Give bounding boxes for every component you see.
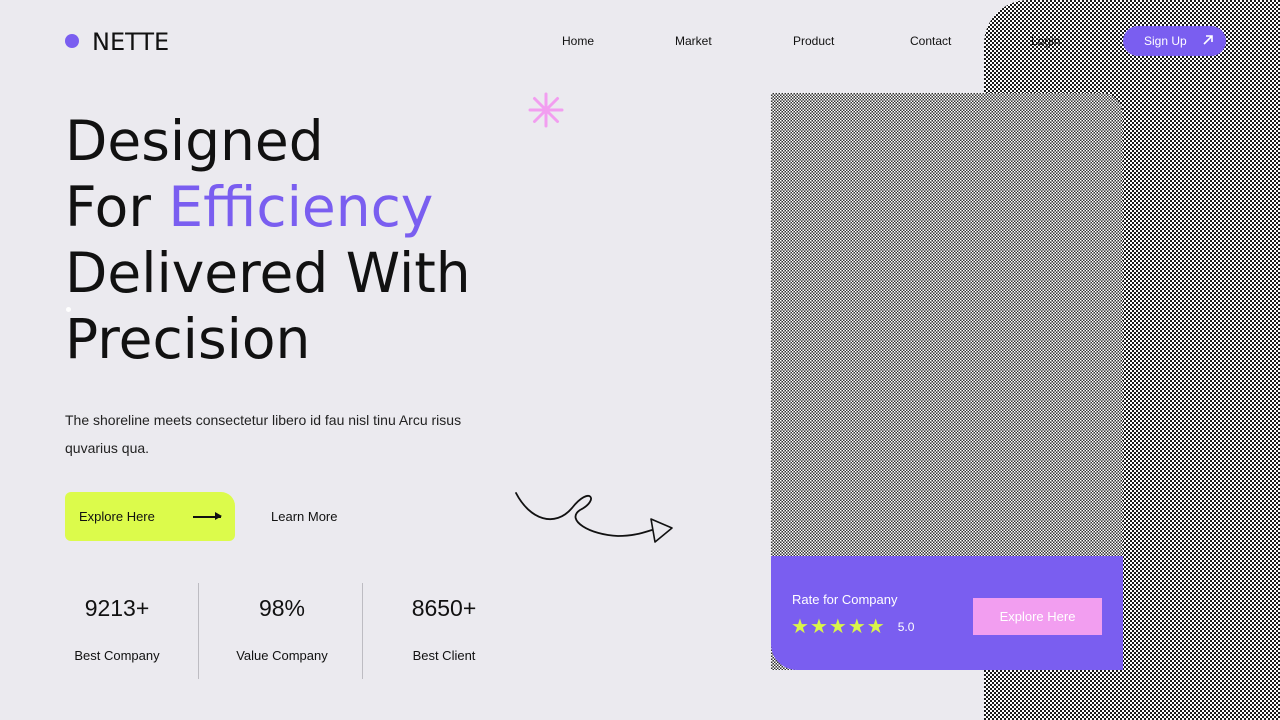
stat-value: 98% xyxy=(258,595,306,621)
stat-divider xyxy=(198,583,199,679)
rating-value: 5.0 xyxy=(897,620,915,634)
nav-market[interactable]: Market xyxy=(675,34,712,48)
explore-button[interactable]: Explore Here xyxy=(65,492,235,541)
rating-panel: Rate for Company ★ ★ ★ ★ ★ 5.0 Explore H… xyxy=(771,556,1123,670)
star-icon: ★ xyxy=(847,616,866,638)
hero-description: The shoreline meets consectetur libero i… xyxy=(65,412,462,456)
hero-image-card: Rate for Company ★ ★ ★ ★ ★ 5.0 Explore H… xyxy=(771,93,1123,670)
star-icon: ★ xyxy=(828,616,847,638)
hero-line-1: Designed xyxy=(65,109,324,173)
brand-logo[interactable]: NETTE xyxy=(92,28,169,56)
hero-line-2: For Efficiency xyxy=(65,174,471,240)
stat-best-company: 9213+ Best Company xyxy=(47,583,187,663)
star-icon: ★ xyxy=(866,616,885,638)
sparkle-icon xyxy=(528,92,564,135)
squiggle-arrow-icon xyxy=(515,492,673,543)
signup-label: Sign Up xyxy=(1144,34,1187,48)
card-explore-button[interactable]: Explore Here xyxy=(973,598,1102,635)
nav-product[interactable]: Product xyxy=(793,34,834,48)
star-icon: ★ xyxy=(791,616,809,638)
explore-label: Explore Here xyxy=(79,509,155,524)
hero-accent-word: Efficiency xyxy=(168,175,434,239)
stat-divider xyxy=(362,583,363,679)
stat-value: 9213+ xyxy=(84,595,150,621)
rate-label: Rate for Company xyxy=(792,592,898,607)
arrow-right-icon-head xyxy=(215,512,222,520)
stat-value: 8650+ xyxy=(411,595,477,621)
stat-value-company: 98% Value Company xyxy=(212,583,352,663)
logo-dot xyxy=(65,34,79,48)
nav-home[interactable]: Home xyxy=(562,34,594,48)
stat-label: Best Client xyxy=(412,648,476,663)
star-icon: ★ xyxy=(809,616,828,638)
stat-label: Best Company xyxy=(74,648,160,663)
stat-best-client: 8650+ Best Client xyxy=(374,583,514,663)
nav-login[interactable]: Login xyxy=(1031,34,1060,48)
stat-label: Value Company xyxy=(236,648,328,663)
learn-more-link[interactable]: Learn More xyxy=(271,509,337,524)
nav-contact[interactable]: Contact xyxy=(910,34,951,48)
hero-line-4: Precision xyxy=(65,307,311,371)
hero-heading: Designed For Efficiency Delivered With P… xyxy=(65,108,471,372)
signup-button[interactable]: Sign Up xyxy=(1123,26,1226,56)
arrow-up-right-icon xyxy=(1202,34,1214,49)
decorative-dot xyxy=(66,307,71,312)
hero-line-2-text: For xyxy=(65,175,169,239)
hero-line-3: Delivered With xyxy=(65,241,471,305)
star-rating: ★ ★ ★ ★ ★ 5.0 xyxy=(791,616,914,638)
